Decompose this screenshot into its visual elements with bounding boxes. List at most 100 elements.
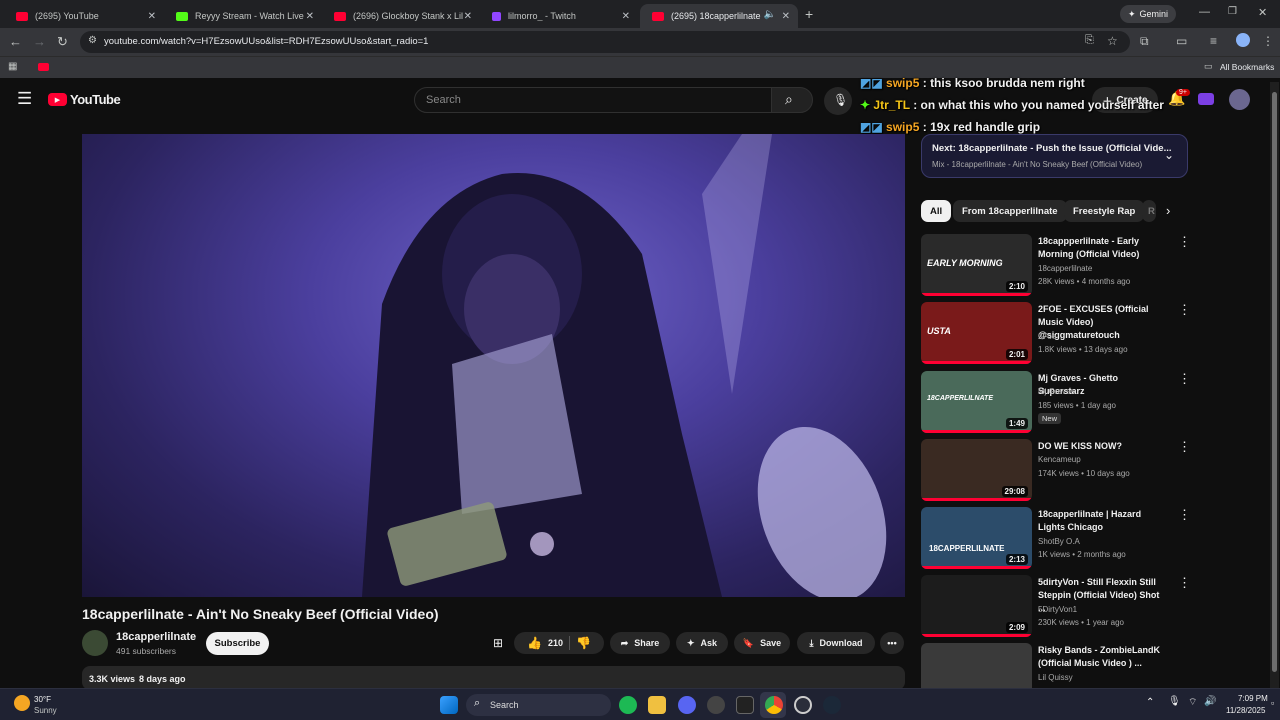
recommended-channel[interactable]: ShotBy O.A: [1038, 537, 1080, 546]
channel-name[interactable]: 18capperlilnate: [116, 631, 196, 643]
video-thumbnail[interactable]: EARLY MORNING 2:10: [921, 234, 1032, 296]
gaming-icon[interactable]: [1198, 93, 1214, 105]
more-options-icon[interactable]: ⋮: [1178, 234, 1191, 250]
recommended-item[interactable]: 18CAPPERLILNATE 1:49 Mj Graves - Ghetto Su…: [921, 371, 1191, 435]
menu-dots-icon[interactable]: ⋮: [1262, 34, 1274, 48]
chevron-down-icon[interactable]: ⌄: [1164, 148, 1174, 162]
restore-button[interactable]: ❐: [1228, 6, 1237, 17]
search-input[interactable]: Search: [414, 87, 772, 113]
like-button[interactable]: 👍 210: [527, 636, 563, 650]
more-options-icon[interactable]: ⋮: [1178, 302, 1191, 318]
gemini-button[interactable]: ✦ Gemini: [1120, 5, 1176, 23]
address-bar[interactable]: ⚙ youtube.com/watch?v=H7EzsowUUso&list=R…: [80, 31, 1130, 53]
video-thumbnail[interactable]: [921, 643, 1032, 688]
steam-icon[interactable]: [823, 696, 841, 714]
volume-icon[interactable]: 🔊: [1204, 696, 1216, 707]
hamburger-menu-icon[interactable]: ☰: [17, 89, 32, 109]
reload-icon[interactable]: ↻: [57, 34, 68, 50]
recommended-channel[interactable]: Mj Graves: [1038, 387, 1074, 396]
epic-games-icon[interactable]: [736, 696, 754, 714]
chrome-icon[interactable]: [765, 696, 783, 714]
notification-icon[interactable]: ▫: [1271, 698, 1274, 708]
media-controls-icon[interactable]: ≡: [1210, 34, 1217, 48]
close-icon[interactable]: ✕: [782, 11, 790, 22]
recommended-item[interactable]: USTA 2:01 2FOE - EXCUSES (Official Music V…: [921, 302, 1191, 366]
back-arrow-icon[interactable]: ←: [9, 34, 22, 49]
tab-youtube-active[interactable]: (2695) 18capperlilnate - Ain't 🔈 ✕: [640, 4, 798, 28]
sidepanel-icon[interactable]: ▭: [1176, 34, 1187, 48]
close-icon[interactable]: ✕: [464, 11, 472, 22]
weather-temp[interactable]: 30°F: [34, 695, 51, 704]
close-window-button[interactable]: ✕: [1258, 6, 1267, 19]
install-icon[interactable]: ⎘: [1085, 34, 1094, 47]
description-box[interactable]: 3.3K views 8 days ago: [82, 666, 905, 690]
recommended-title[interactable]: 2FOE - EXCUSES (Official Music Video) @s…: [1038, 303, 1166, 342]
recommended-item[interactable]: 2:09 5dirtyVon - Still Flexxin Still Step…: [921, 575, 1191, 639]
recommended-channel[interactable]: Lil Quissy: [1038, 673, 1073, 682]
spotify-icon[interactable]: [619, 696, 637, 714]
discord-icon[interactable]: [678, 696, 696, 714]
tab-kick[interactable]: Reyyy Stream - Watch Live on Kick ✕: [164, 4, 322, 28]
recommended-item[interactable]: 18CAPPERLILNATE 2:13 18capperlilnate | Haz…: [921, 507, 1191, 571]
mix-playlist-panel[interactable]: Next: 18capperlilnate - Push the Issue (…: [921, 134, 1188, 178]
taskbar-search[interactable]: ⌕ Search: [466, 694, 611, 716]
minimize-button[interactable]: —: [1199, 6, 1210, 18]
chevron-up-icon[interactable]: ⌃: [1146, 697, 1154, 708]
video-thumbnail[interactable]: 18CAPPERLILNATE 2:13: [921, 507, 1032, 569]
chip-freestyle-rap[interactable]: Freestyle Rap: [1064, 200, 1145, 222]
bookmark-star-icon[interactable]: ☆: [1107, 34, 1118, 48]
recommended-channel[interactable]: 18capperlilnate: [1038, 264, 1092, 273]
chip-from-channel[interactable]: From 18capperlilnate: [953, 200, 1067, 222]
wifi-icon[interactable]: ⌔: [1188, 696, 1197, 709]
recommended-title[interactable]: 18cappperlilnate - Early Morning (Offici…: [1038, 235, 1166, 261]
tab-twitch[interactable]: lilmorro_ - Twitch ✕: [480, 4, 638, 28]
mic-tray-icon[interactable]: 🎙: [1168, 696, 1181, 707]
account-avatar[interactable]: [1229, 89, 1250, 110]
video-player[interactable]: [82, 134, 905, 597]
more-options-icon[interactable]: ⋮: [1178, 575, 1191, 591]
voice-search-button[interactable]: 🎙: [824, 87, 852, 115]
close-icon[interactable]: ✕: [622, 11, 630, 22]
close-icon[interactable]: ✕: [306, 11, 314, 22]
youtube-bookmark-icon[interactable]: [38, 63, 49, 71]
page-scrollbar[interactable]: [1270, 82, 1279, 688]
recommended-channel[interactable]: Kencameup: [1038, 455, 1081, 464]
more-options-icon[interactable]: ⋮: [1178, 507, 1191, 523]
chip-overflow[interactable]: R: [1142, 200, 1156, 222]
file-explorer-icon[interactable]: [648, 696, 666, 714]
extensions-icon[interactable]: ⧉: [1140, 34, 1149, 49]
more-options-icon[interactable]: ⋮: [1178, 371, 1191, 387]
more-options-icon[interactable]: ⋮: [1178, 439, 1191, 455]
recommended-item[interactable]: 29:08 DO WE KISS NOW? Kencameup 174K views …: [921, 439, 1191, 503]
windows-start-icon[interactable]: [440, 696, 458, 714]
save-to-playlist-icon[interactable]: ⊞: [493, 636, 503, 650]
site-info-icon[interactable]: ⚙: [88, 35, 97, 46]
forward-arrow-icon[interactable]: →: [33, 34, 46, 49]
recommended-title[interactable]: DO WE KISS NOW?: [1038, 440, 1166, 453]
recommended-channel[interactable]: 2Foe: [1038, 332, 1056, 341]
recommended-item[interactable]: EARLY MORNING 2:10 18cappperlilnate - Earl…: [921, 234, 1191, 298]
ask-button[interactable]: ✦ Ask: [676, 632, 728, 654]
chevron-right-icon[interactable]: ›: [1166, 203, 1170, 218]
video-thumbnail[interactable]: 2:09: [921, 575, 1032, 637]
search-button[interactable]: ⌕: [771, 87, 813, 113]
chip-all[interactable]: All: [921, 200, 952, 222]
profile-avatar[interactable]: [1236, 33, 1250, 47]
scrollbar-thumb[interactable]: [1272, 92, 1277, 672]
apps-grid-icon[interactable]: ▦: [8, 61, 17, 72]
clock-date[interactable]: 11/28/2025: [1226, 706, 1265, 715]
share-button[interactable]: ➦ Share: [610, 632, 670, 654]
video-thumbnail[interactable]: USTA 2:01: [921, 302, 1032, 364]
speaker-icon[interactable]: 🔈: [764, 9, 776, 20]
video-thumbnail[interactable]: 29:08: [921, 439, 1032, 501]
more-actions-button[interactable]: •••: [880, 632, 904, 654]
close-icon[interactable]: ✕: [148, 11, 156, 22]
youtube-logo[interactable]: ▶ YouTube: [48, 92, 121, 107]
video-thumbnail[interactable]: 18CAPPERLILNATE 1:49: [921, 371, 1032, 433]
app-icon-2[interactable]: [794, 696, 812, 714]
recommended-channel[interactable]: 5DirtyVon1: [1038, 605, 1077, 614]
download-button[interactable]: ⤓ Download: [797, 632, 875, 654]
subscribe-button[interactable]: Subscribe: [206, 632, 269, 655]
thumbs-down-icon[interactable]: 👎: [576, 636, 591, 650]
app-icon[interactable]: [707, 696, 725, 714]
